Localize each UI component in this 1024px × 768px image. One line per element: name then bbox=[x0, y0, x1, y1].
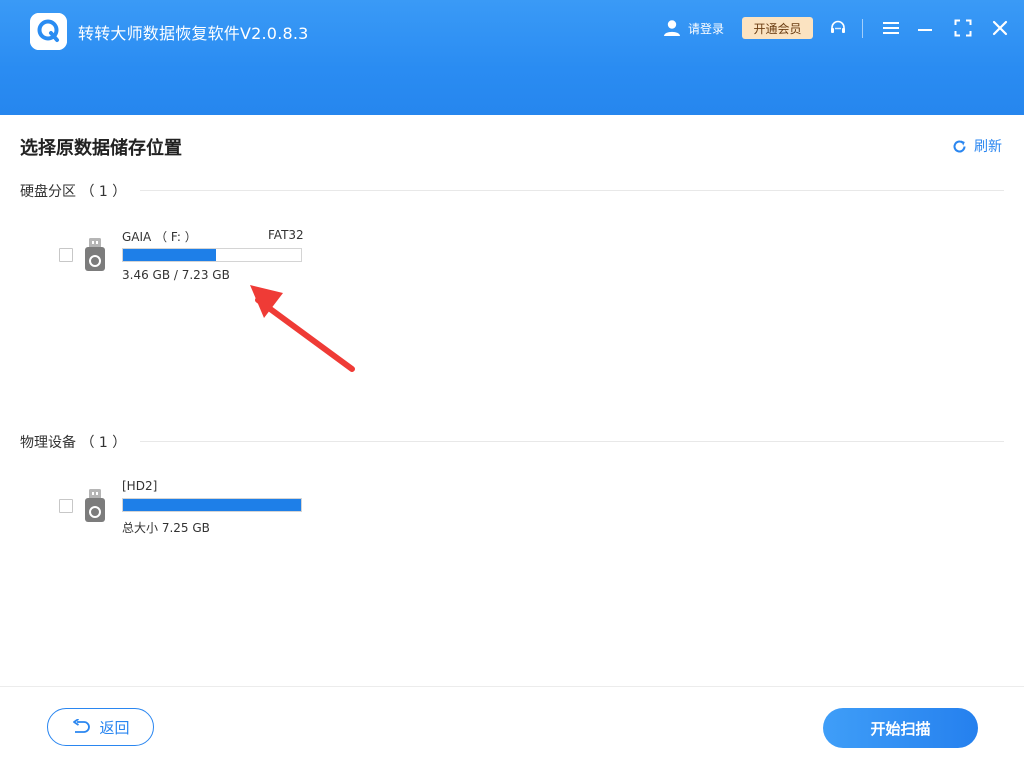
maximize-icon[interactable] bbox=[954, 19, 972, 37]
header-divider bbox=[862, 19, 863, 38]
close-icon[interactable] bbox=[991, 19, 1009, 37]
page-title: 选择原数据储存位置 bbox=[20, 138, 182, 159]
start-scan-button[interactable]: 开始扫描 bbox=[823, 708, 978, 748]
partition-usage-bar bbox=[122, 248, 302, 262]
partition-section-title: 硬盘分区 （ 1 ） bbox=[20, 184, 127, 200]
login-button[interactable]: 请登录 bbox=[662, 17, 724, 39]
red-arrow-annotation bbox=[250, 285, 355, 372]
partition-checkbox[interactable] bbox=[59, 248, 73, 262]
partition-filesystem: FAT32 bbox=[268, 228, 304, 242]
vip-button[interactable]: 开通会员 bbox=[742, 17, 813, 39]
refresh-label: 刷新 bbox=[974, 139, 1002, 155]
physical-section-divider bbox=[140, 441, 1004, 442]
minimize-icon[interactable] bbox=[916, 19, 934, 37]
footer-divider bbox=[0, 686, 1024, 687]
refresh-button[interactable]: 刷新 bbox=[952, 136, 1002, 156]
physical-device-name: [HD2] bbox=[122, 479, 158, 493]
partition-usage-fill bbox=[123, 249, 216, 261]
back-button[interactable]: 返回 bbox=[47, 708, 154, 746]
physical-device-usage-bar bbox=[122, 498, 302, 512]
physical-section-title: 物理设备 （ 1 ） bbox=[20, 435, 127, 451]
physical-device-usage-fill bbox=[123, 499, 301, 511]
usb-drive-icon bbox=[85, 238, 105, 271]
physical-device-size: 总大小 7.25 GB bbox=[122, 521, 210, 535]
user-icon bbox=[664, 20, 680, 36]
physical-device-checkbox[interactable] bbox=[59, 499, 73, 513]
partition-section-divider bbox=[140, 190, 1004, 191]
back-label: 返回 bbox=[99, 718, 130, 737]
login-label: 请登录 bbox=[688, 21, 725, 36]
partition-name: GAIA （ F: ） bbox=[122, 230, 197, 244]
menu-icon[interactable] bbox=[882, 19, 900, 37]
usb-drive-icon bbox=[85, 489, 105, 522]
headset-icon[interactable] bbox=[829, 19, 847, 37]
back-arrow-icon bbox=[73, 719, 91, 733]
app-logo-icon bbox=[30, 13, 67, 50]
title-bar: 转转大师数据恢复软件V2.0.8.3 请登录 开通会员 bbox=[0, 0, 1024, 115]
app-title: 转转大师数据恢复软件V2.0.8.3 bbox=[78, 24, 309, 43]
refresh-icon bbox=[953, 140, 966, 152]
partition-size: 3.46 GB / 7.23 GB bbox=[122, 268, 230, 282]
